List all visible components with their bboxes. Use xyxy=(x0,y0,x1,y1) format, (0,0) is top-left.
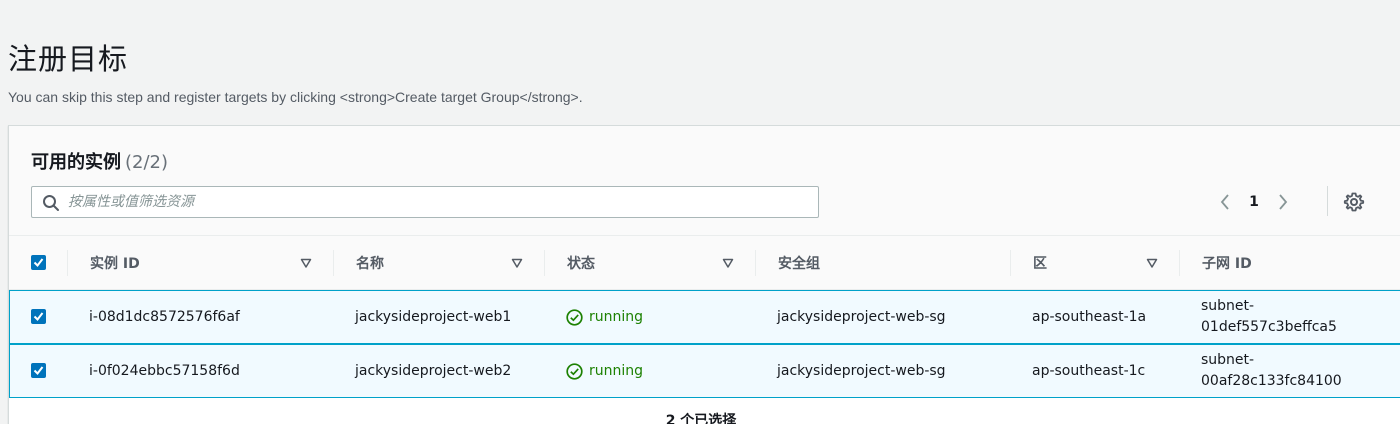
column-header-subnet-id[interactable]: 子网 ID xyxy=(1202,236,1252,290)
column-header-zone[interactable]: 区 xyxy=(1033,236,1047,290)
search-icon xyxy=(43,195,59,211)
sort-down-icon[interactable] xyxy=(511,257,523,269)
column-header-name[interactable]: 名称 xyxy=(356,236,384,290)
selection-count: 2 个已选择 xyxy=(665,413,737,424)
subnet-id-line: 01def557c3beffca5 xyxy=(1201,319,1337,335)
chevron-left-icon xyxy=(1220,194,1229,210)
preferences-button[interactable] xyxy=(1342,190,1366,214)
page-title: 注册目标 xyxy=(8,42,129,76)
toolbar-divider xyxy=(1327,186,1328,216)
row-checkbox[interactable] xyxy=(31,363,46,378)
panel-header: 可用的实例(2/2) 1 xyxy=(9,126,1400,236)
security-group-cell: jackysideproject-web-sg xyxy=(777,363,946,379)
chevron-right-icon xyxy=(1279,194,1288,210)
table-row[interactable]: i-08d1dc8572576f6af jackysideproject-web… xyxy=(9,290,1400,344)
checkmark-icon xyxy=(33,312,44,322)
pagination: 1 xyxy=(1210,188,1298,216)
panel-title: 可用的实例 (2/2) xyxy=(31,148,168,174)
instance-id-cell: i-0f024ebbc57158f6d xyxy=(89,363,240,379)
column-header-security-group[interactable]: 安全组 xyxy=(778,236,820,290)
subnet-id-cell: subnet- 00af28c133fc84100 xyxy=(1201,345,1342,397)
instances-panel: 可用的实例(2/2) 1 xyxy=(8,125,1400,424)
column-header-instance-id[interactable]: 实例 ID xyxy=(90,236,140,290)
subnet-id-cell: subnet- 01def557c3beffca5 xyxy=(1201,291,1337,343)
status-cell: running xyxy=(566,291,643,343)
check-circle-icon xyxy=(566,308,583,326)
table-header: 实例 ID 名称 状态 安全组 区 子网 ID xyxy=(9,236,1400,290)
prev-page-button[interactable] xyxy=(1210,188,1240,216)
column-separator xyxy=(67,250,68,276)
sort-down-icon[interactable] xyxy=(300,257,312,269)
instance-id-cell: i-08d1dc8572576f6af xyxy=(89,309,240,325)
table-row[interactable]: i-0f024ebbc57158f6d jackysideproject-web… xyxy=(9,344,1400,398)
zone-cell: ap-southeast-1c xyxy=(1032,363,1146,379)
subnet-id-line: subnet- xyxy=(1201,352,1255,368)
search-box[interactable] xyxy=(31,186,819,218)
search-input[interactable] xyxy=(68,189,808,215)
select-all-checkbox[interactable] xyxy=(31,255,46,270)
check-circle-icon xyxy=(566,362,583,380)
panel-title-text: 可用的实例 xyxy=(31,152,121,173)
checkmark-icon xyxy=(33,366,44,376)
row-checkbox[interactable] xyxy=(31,309,46,324)
status-text: running xyxy=(589,309,644,325)
column-separator xyxy=(1179,250,1180,276)
panel-count: (2/2) xyxy=(125,152,169,173)
checkmark-icon xyxy=(33,258,44,268)
next-page-button[interactable] xyxy=(1268,188,1298,216)
subnet-id-line: 00af28c133fc84100 xyxy=(1201,373,1342,389)
zone-cell: ap-southeast-1a xyxy=(1032,309,1147,325)
column-header-status[interactable]: 状态 xyxy=(567,236,595,290)
current-page-number[interactable]: 1 xyxy=(1240,194,1268,210)
security-group-cell: jackysideproject-web-sg xyxy=(777,309,946,325)
status-cell: running xyxy=(566,345,643,397)
sort-down-icon[interactable] xyxy=(1146,257,1158,269)
name-cell: jackysideproject-web1 xyxy=(355,309,512,325)
name-cell: jackysideproject-web2 xyxy=(355,363,512,379)
page-description: You can skip this step and register targ… xyxy=(8,89,583,105)
sort-down-icon[interactable] xyxy=(722,257,734,269)
status-text: running xyxy=(589,363,644,379)
column-separator xyxy=(1010,250,1011,276)
subnet-id-line: subnet- xyxy=(1201,298,1255,314)
gear-icon xyxy=(1343,192,1365,212)
column-separator xyxy=(755,250,756,276)
column-separator xyxy=(333,250,334,276)
column-separator xyxy=(544,250,545,276)
